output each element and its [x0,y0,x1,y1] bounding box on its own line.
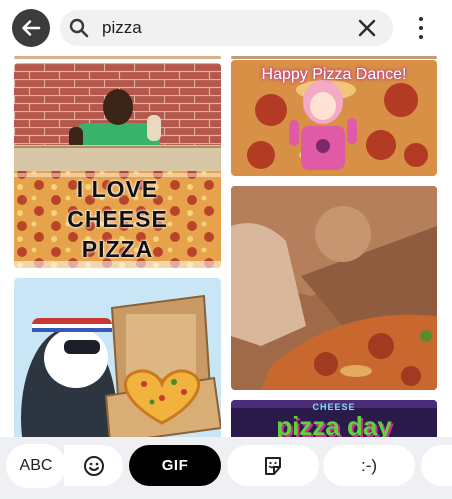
next-tab-button-partial[interactable] [421,445,452,486]
dot [419,17,423,21]
dot [419,35,423,39]
dot [419,26,423,30]
smiley-icon [83,455,104,476]
gif-caption: Happy Pizza Dance! [261,66,407,83]
gif-thumbnail [14,278,221,437]
gif-tile-partial[interactable] [14,56,221,59]
search-input[interactable] [102,16,352,40]
gif-tile-happy-pizza-dance[interactable]: Happy Pizza Dance! [231,60,437,176]
emoji-tab-button[interactable] [64,445,123,486]
gif-tile-cheese-pizza-day[interactable]: CHEESE pizza day [231,400,437,437]
caption-line: PIZZA [81,236,154,262]
caption-line: CHEESE [67,206,168,232]
gif-tile-pizza-box[interactable] [231,186,437,390]
back-button[interactable] [12,9,50,47]
abc-keyboard-button[interactable]: ABC [6,444,66,488]
gif-tab-button[interactable]: GIF [129,445,221,486]
search-header [0,0,452,56]
gif-label: GIF [161,457,189,474]
gif-caption: I LOVE CHEESE PIZZA [14,174,221,264]
sticker-icon [265,456,281,475]
search-bar[interactable] [60,10,393,46]
arrow-left-icon [22,20,41,36]
gif-caption: pizza day [276,411,392,437]
sticker-tab-button[interactable] [227,445,319,486]
emoticon-label: :-) [360,455,378,475]
gif-results-grid[interactable]: I LOVE CHEESE PIZZA Happy Pizza Dance! C… [0,56,452,437]
emoticon-tab-button[interactable]: :-) [323,445,415,486]
search-icon [69,18,89,38]
gif-tile-partial[interactable] [231,56,437,59]
caption-line: I LOVE [76,176,159,202]
gif-thumbnail [231,186,437,390]
more-options-button[interactable] [413,15,429,41]
gif-tile-penguin-pizza[interactable] [14,278,221,437]
gif-tile-i-love-cheese-pizza[interactable]: I LOVE CHEESE PIZZA [14,63,221,268]
abc-label: ABC [19,457,53,474]
keyboard-toolbar: ABC GIF :-) [0,437,452,499]
close-icon[interactable] [356,17,378,39]
